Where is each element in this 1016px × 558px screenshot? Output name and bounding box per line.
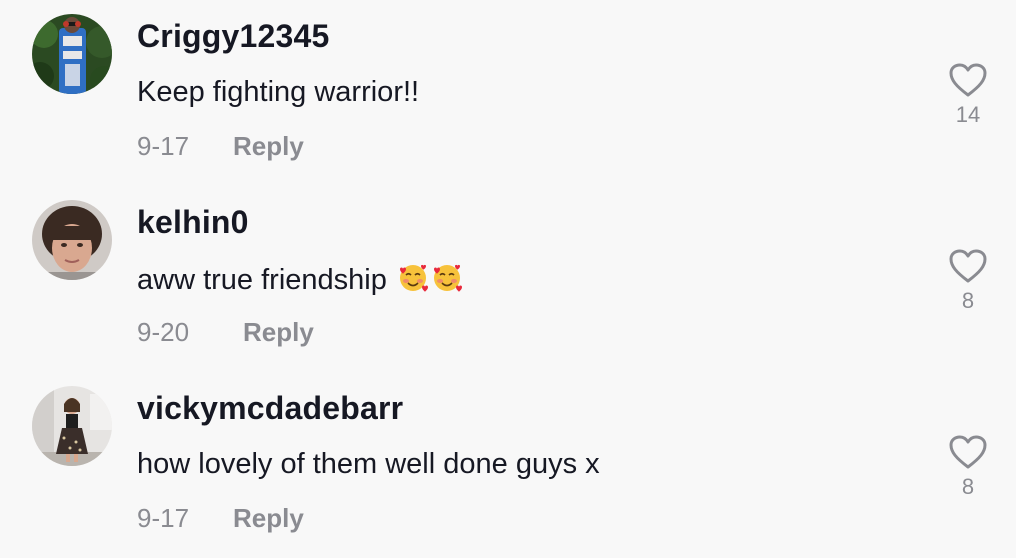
smiling-face-with-hearts-icon — [431, 262, 463, 302]
like-button[interactable]: 8 — [940, 248, 996, 314]
comment-item: kelhin0 aww true friendship 9-20 Reply 8 — [0, 186, 1016, 372]
reply-button[interactable]: Reply — [233, 503, 304, 534]
username[interactable]: vickymcdadebarr — [137, 390, 403, 427]
like-count: 8 — [961, 288, 975, 313]
reply-button[interactable]: Reply — [243, 317, 314, 348]
comment-text: how lovely of them well done guys x — [137, 448, 600, 480]
avatar[interactable] — [32, 386, 112, 466]
like-count: 14 — [955, 102, 981, 127]
comment-text: Keep fighting warrior!! — [137, 76, 420, 108]
like-button[interactable]: 8 — [940, 434, 996, 500]
like-count: 8 — [961, 474, 975, 499]
heart-icon — [949, 435, 987, 469]
username[interactable]: kelhin0 — [137, 204, 249, 241]
avatar[interactable] — [32, 14, 112, 94]
username[interactable]: Criggy12345 — [137, 18, 330, 55]
comment-date: 9-20 — [137, 317, 190, 347]
comment-item: Criggy12345 Keep fighting warrior!! 9-17… — [0, 0, 1016, 186]
heart-icon — [949, 63, 987, 97]
heart-icon — [949, 249, 987, 283]
comment-text: aww true friendship — [137, 262, 463, 302]
comment-item: vickymcdadebarr how lovely of them well … — [0, 372, 1016, 558]
comment-date: 9-17 — [137, 503, 190, 533]
comment-text-content: aww true friendship — [137, 264, 387, 296]
reply-button[interactable]: Reply — [233, 131, 304, 162]
avatar[interactable] — [32, 200, 112, 280]
comment-date: 9-17 — [137, 131, 190, 161]
smiling-face-with-hearts-icon — [397, 262, 429, 302]
like-button[interactable]: 14 — [940, 62, 996, 128]
